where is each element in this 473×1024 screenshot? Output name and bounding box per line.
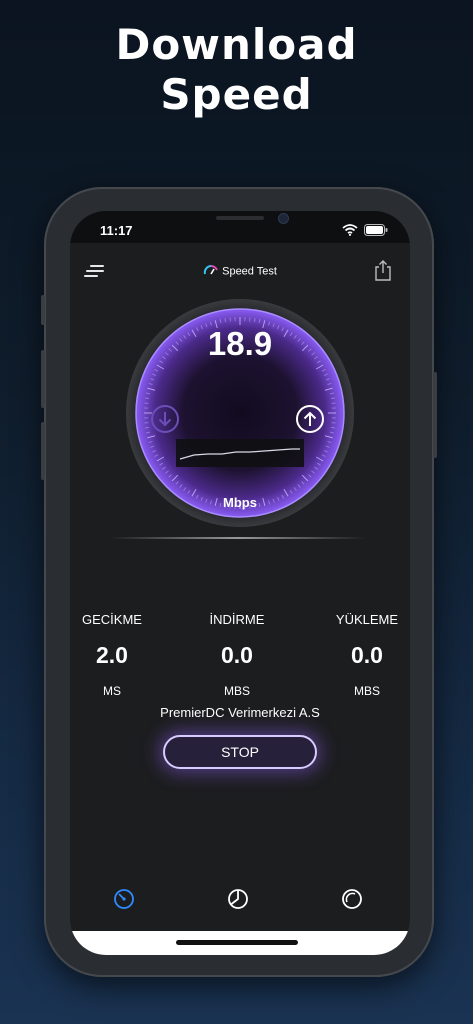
notch xyxy=(144,211,336,240)
settings-dial-icon xyxy=(342,889,362,909)
share-button[interactable] xyxy=(374,259,392,281)
phone-power-button xyxy=(433,372,437,458)
gauge-tick xyxy=(330,426,335,429)
upload-direction-icon xyxy=(295,404,325,439)
gauge-tick xyxy=(330,397,335,400)
battery-icon xyxy=(364,223,388,241)
stat-latency: GECİKME 2.0 MS xyxy=(70,612,167,698)
stat-label: GECİKME xyxy=(82,612,142,627)
server-name: PremierDC Verimerkezi A.S xyxy=(160,705,320,720)
history-icon xyxy=(228,889,248,909)
speedometer-icon xyxy=(114,889,134,909)
app-top-bar: Speed Test xyxy=(70,255,410,285)
stat-upload: YÜKLEME 0.0 MBS xyxy=(312,612,410,698)
tab-history[interactable] xyxy=(226,887,250,911)
speed-unit: Mbps xyxy=(223,495,257,510)
tab-settings[interactable] xyxy=(340,887,364,911)
gauge-divider xyxy=(110,537,366,539)
app-title: Speed Test xyxy=(70,263,410,280)
gauge-tick xyxy=(145,397,150,400)
download-direction-icon xyxy=(150,404,180,439)
stat-unit: MBS xyxy=(353,684,380,698)
gauge-tick xyxy=(145,426,150,429)
share-icon xyxy=(375,260,391,281)
home-indicator[interactable] xyxy=(176,940,298,945)
headline-line-2: Speed xyxy=(160,70,313,119)
speaker-grille xyxy=(216,216,264,220)
phone-side-button xyxy=(41,295,45,325)
status-time: 11:17 xyxy=(100,223,133,238)
status-icons xyxy=(342,223,388,241)
mini-graph-bg xyxy=(176,439,304,467)
stop-button[interactable]: STOP xyxy=(163,735,317,769)
headline-line-1: Download xyxy=(115,20,358,69)
stat-value: 0.0 xyxy=(351,642,383,668)
gauge-tick xyxy=(253,318,256,323)
stat-label: İNDİRME xyxy=(209,612,265,627)
gauge-tick xyxy=(224,318,227,323)
app-title-text: Speed Test xyxy=(222,265,277,278)
front-camera xyxy=(278,213,289,224)
bottom-tab-bar xyxy=(70,887,410,917)
speed-test-logo-icon xyxy=(203,265,222,280)
stat-unit: MS xyxy=(103,684,121,698)
wifi-icon xyxy=(342,223,358,241)
stat-value: 2.0 xyxy=(96,642,128,668)
tab-speedtest[interactable] xyxy=(112,887,136,911)
stat-label: YÜKLEME xyxy=(335,612,399,627)
stat-download: İNDİRME 0.0 MBS xyxy=(182,612,292,698)
phone-screen: 11:17 Speed Test 18.9 Mbps GECİKME 2.0 M… xyxy=(70,211,410,955)
stat-value: 0.0 xyxy=(221,642,253,668)
speed-value: 18.9 xyxy=(207,325,273,362)
stat-unit: MBS xyxy=(223,684,250,698)
phone-volume-up xyxy=(41,350,45,408)
phone-volume-down xyxy=(41,422,45,480)
